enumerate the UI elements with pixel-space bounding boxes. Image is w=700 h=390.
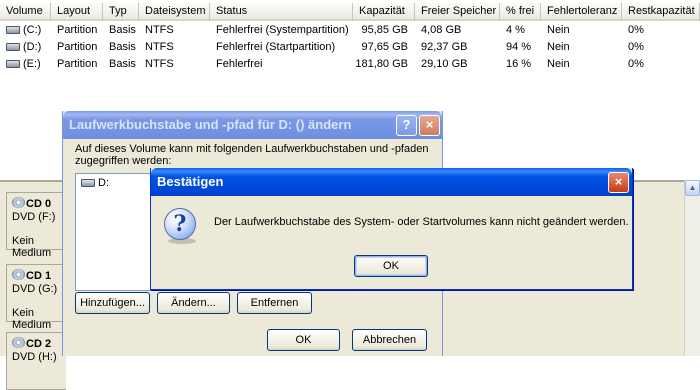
ok-button[interactable]: OK (267, 329, 340, 351)
dialog-description: Auf dieses Volume kann mit folgenden Lau… (75, 143, 429, 167)
cd-drive-icon (12, 337, 25, 348)
disk-media-status: Kein Medium (12, 235, 52, 259)
dialog-title: Laufwerkbuchstabe und -pfad für D: () än… (69, 117, 352, 132)
dialog-titlebar[interactable]: Laufwerkbuchstabe und -pfad für D: () än… (63, 111, 442, 139)
help-icon[interactable]: ? (396, 115, 417, 136)
layout-cell: Partition (57, 41, 98, 53)
column-header-volume[interactable]: Volume (0, 3, 51, 21)
column-header-status[interactable]: Status (210, 3, 353, 21)
restkapazitaet-cell: 0% (628, 41, 644, 53)
drive-path-list[interactable]: D: (75, 173, 155, 291)
fehlertoleranz-cell: Nein (547, 41, 570, 53)
status-cell: Fehlerfrei (Systempartition) (216, 24, 349, 36)
add-button[interactable]: Hinzufügen... (75, 292, 150, 314)
column-header-typ[interactable]: Typ (103, 3, 139, 21)
cd-drive-icon (12, 269, 25, 280)
kapazitaet-cell: 97,65 GB (361, 41, 408, 53)
vertical-scrollbar[interactable]: ▲ (684, 180, 700, 356)
dateisystem-cell: NTFS (145, 58, 174, 70)
volume-label: (C:) (23, 24, 42, 36)
status-cell: Fehlerfrei (Startpartition) (216, 41, 336, 53)
change-button[interactable]: Ändern... (157, 292, 230, 314)
table-row[interactable]: (C:) Partition Basis NTFS Fehlerfrei (Sy… (0, 22, 700, 39)
column-header-layout[interactable]: Layout (51, 3, 103, 21)
drive-icon (81, 179, 95, 187)
close-icon[interactable]: × (608, 172, 629, 193)
disk-media-status: Kein Medium (12, 307, 52, 331)
volume-label: (D:) (23, 41, 42, 53)
cd-drive-icon (12, 197, 25, 208)
column-header-row: Volume Layout Typ Dateisystem Status Kap… (0, 3, 700, 21)
volume-cell: (C:) (0, 22, 51, 39)
close-icon[interactable]: × (419, 115, 440, 136)
prozent-frei-cell: 16 % (506, 58, 532, 70)
cancel-button[interactable]: Abbrechen (352, 329, 427, 351)
freier-speicher-cell: 92,37 GB (421, 41, 468, 53)
disk-block-cd0[interactable]: CD 0 DVD (F:) Kein Medium (6, 192, 66, 259)
column-header-dateisystem[interactable]: Dateisystem (139, 3, 210, 21)
column-header-kapazitaet[interactable]: Kapazität (353, 3, 415, 21)
fehlertoleranz-cell: Nein (547, 24, 570, 36)
confirm-message: Der Laufwerkbuchstabe des System- oder S… (214, 216, 629, 228)
typ-cell: Basis (109, 41, 136, 53)
drive-icon (6, 43, 20, 51)
drive-icon (6, 26, 20, 34)
restkapazitaet-cell: 0% (628, 58, 644, 70)
column-header-restkapazitaet[interactable]: Restkapazität (622, 3, 700, 21)
typ-cell: Basis (109, 58, 136, 70)
column-header-freier-speicher[interactable]: Freier Speicher (415, 3, 500, 21)
volume-cell: (E:) (0, 56, 51, 73)
disk-title: CD 0 (26, 198, 52, 210)
layout-cell: Partition (57, 24, 98, 36)
fehlertoleranz-cell: Nein (547, 58, 570, 70)
disk-block-cd2[interactable]: CD 2 DVD (H:) (6, 332, 66, 390)
list-item[interactable]: D: (98, 177, 109, 189)
confirm-dialog: Bestätigen × ? Der Laufwerkbuchstabe des… (150, 168, 633, 290)
column-header-fehlertoleranz[interactable]: Fehlertoleranz (541, 3, 622, 21)
disk-block-cd1[interactable]: CD 1 DVD (G:) Kein Medium (6, 264, 66, 331)
dialog-title: Bestätigen (157, 174, 224, 189)
dialog-titlebar[interactable]: Bestätigen × (151, 168, 632, 196)
column-header-prozent-frei[interactable]: % frei (500, 3, 541, 21)
restkapazitaet-cell: 0% (628, 24, 644, 36)
table-row[interactable]: (D:) Partition Basis NTFS Fehlerfrei (St… (0, 39, 700, 56)
question-icon: ? (164, 208, 196, 240)
disk-drive-label: DVD (G:) (12, 283, 58, 295)
typ-cell: Basis (109, 24, 136, 36)
prozent-frei-cell: 4 % (506, 24, 525, 36)
disk-drive-label: DVD (H:) (12, 351, 57, 363)
freier-speicher-cell: 29,10 GB (421, 58, 468, 70)
dateisystem-cell: NTFS (145, 41, 174, 53)
disk-drive-label: DVD (F:) (12, 211, 56, 223)
kapazitaet-cell: 181,80 GB (355, 58, 408, 70)
volume-label: (E:) (23, 58, 41, 70)
table-row[interactable]: (E:) Partition Basis NTFS Fehlerfrei 181… (0, 56, 700, 73)
scroll-up-icon[interactable]: ▲ (685, 180, 700, 196)
volume-cell: (D:) (0, 39, 51, 56)
remove-button[interactable]: Entfernen (237, 292, 312, 314)
disk-title: CD 1 (26, 270, 52, 282)
ok-button[interactable]: OK (354, 255, 428, 277)
prozent-frei-cell: 94 % (506, 41, 532, 53)
disk-title: CD 2 (26, 338, 52, 350)
dateisystem-cell: NTFS (145, 24, 174, 36)
kapazitaet-cell: 95,85 GB (361, 24, 408, 36)
status-cell: Fehlerfrei (216, 58, 263, 70)
drive-icon (6, 60, 20, 68)
freier-speicher-cell: 4,08 GB (421, 24, 462, 36)
layout-cell: Partition (57, 58, 98, 70)
